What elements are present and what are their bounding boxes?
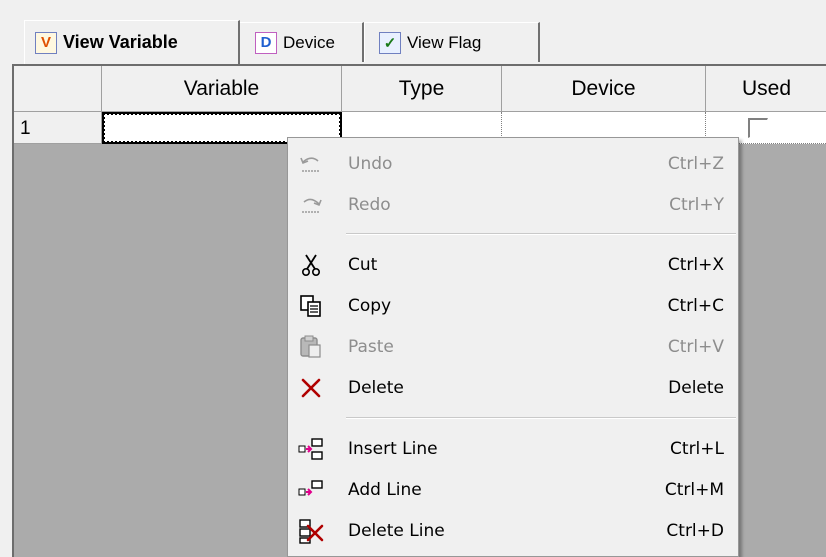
menu-item-label: Add Line	[348, 479, 422, 500]
delete-x-icon	[298, 375, 324, 401]
menu-item-label: Cut	[348, 254, 378, 275]
tab-view-flag-label: View Flag	[407, 32, 482, 52]
column-header-type[interactable]: Type	[342, 66, 502, 112]
menu-item-cut[interactable]: Cut Ctrl+X	[290, 244, 736, 285]
paste-icon	[298, 334, 324, 360]
menu-separator	[346, 417, 736, 419]
column-header-used[interactable]: Used	[706, 66, 826, 112]
menu-item-label: Copy	[348, 295, 392, 316]
menu-item-undo[interactable]: Undo Ctrl+Z	[290, 143, 736, 184]
used-checkbox[interactable]	[748, 118, 768, 138]
scissors-icon	[298, 252, 324, 278]
menu-item-add-line[interactable]: Add Line Ctrl+M	[290, 469, 736, 510]
row-header[interactable]: 1	[14, 112, 102, 144]
column-header-variable[interactable]: Variable	[102, 66, 342, 112]
menu-item-label: Undo	[348, 153, 393, 174]
menu-item-shortcut: Ctrl+D	[666, 520, 724, 541]
flag-icon: ✓	[379, 31, 401, 54]
menu-item-shortcut: Ctrl+V	[667, 336, 724, 357]
menu-item-insert-line[interactable]: Insert Line Ctrl+L	[290, 428, 736, 469]
undo-icon	[298, 151, 324, 177]
menu-separator	[346, 233, 736, 235]
menu-item-copy[interactable]: Copy Ctrl+C	[290, 285, 736, 326]
menu-item-label: Delete	[348, 377, 404, 398]
tab-view-variable[interactable]: V View Variable	[24, 20, 240, 64]
tab-device[interactable]: D Device	[238, 22, 364, 62]
menu-item-shortcut: Delete	[668, 377, 724, 398]
menu-item-label: Redo	[348, 194, 391, 215]
menu-item-delete-line[interactable]: Delete Line Ctrl+D	[290, 510, 736, 551]
tab-view-variable-label: View Variable	[63, 32, 178, 52]
grid-corner-header[interactable]	[14, 66, 102, 112]
menu-item-label: Insert Line	[348, 438, 438, 459]
device-icon: D	[255, 31, 277, 54]
menu-item-shortcut: Ctrl+X	[667, 254, 724, 275]
variable-icon: V	[35, 31, 57, 54]
tab-view-flag[interactable]: ✓ View Flag	[364, 22, 540, 62]
menu-item-shortcut: Ctrl+L	[670, 438, 724, 459]
tab-device-label: Device	[283, 32, 335, 52]
insert-line-icon	[298, 436, 324, 462]
menu-item-label: Delete Line	[348, 520, 445, 541]
menu-item-shortcut: Ctrl+M	[664, 479, 724, 500]
delete-line-icon	[298, 518, 324, 544]
menu-item-shortcut: Ctrl+Y	[669, 194, 724, 215]
menu-item-shortcut: Ctrl+C	[667, 295, 724, 316]
menu-item-label: Paste	[348, 336, 394, 357]
copy-icon	[298, 293, 324, 319]
redo-icon	[298, 192, 324, 218]
add-line-icon	[298, 477, 324, 503]
menu-item-delete[interactable]: Delete Delete	[290, 367, 736, 408]
menu-item-shortcut: Ctrl+Z	[667, 153, 724, 174]
column-header-device[interactable]: Device	[502, 66, 706, 112]
menu-item-redo[interactable]: Redo Ctrl+Y	[290, 184, 736, 225]
context-menu: Undo Ctrl+Z Redo Ctrl+Y Cut Ctrl+X Copy …	[287, 137, 739, 557]
menu-item-paste[interactable]: Paste Ctrl+V	[290, 326, 736, 367]
